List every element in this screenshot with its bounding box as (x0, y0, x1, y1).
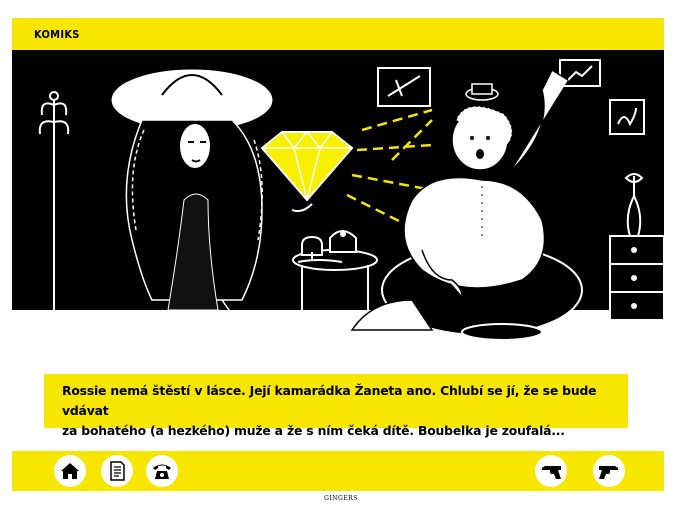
chubby-woman (350, 68, 583, 336)
comic-panel (12, 50, 664, 350)
woman-in-hat (111, 69, 273, 350)
wall-pictures (377, 59, 645, 135)
comic-illustration (12, 59, 664, 350)
floor (12, 310, 664, 350)
tea-table (292, 230, 378, 315)
caption-line-2: za bohatého (a hezkého) muže a že s ním … (62, 423, 565, 438)
caption-line-1: Rossie nemá štěstí v lásce. Její kamarád… (62, 383, 597, 418)
revolver-left-icon (542, 466, 561, 479)
document-icon (110, 461, 125, 481)
coat-rack (38, 91, 70, 323)
home-icon (61, 463, 79, 479)
page-title: KOMIKS (34, 27, 80, 41)
diamond-icon (260, 130, 354, 213)
caption-box: Rossie nemá štěstí v lásce. Její kamarád… (44, 374, 628, 438)
next-button[interactable] (593, 455, 625, 487)
header-bar: KOMIKS (12, 18, 664, 50)
revolver-right-icon (599, 466, 618, 479)
previous-button[interactable] (535, 455, 567, 487)
dresser (609, 173, 664, 321)
telephone-button[interactable] (146, 455, 178, 487)
document-button[interactable] (101, 455, 133, 487)
home-button[interactable] (54, 455, 86, 487)
telephone-icon (153, 464, 171, 479)
footer-brand: GINGERS (324, 495, 358, 502)
